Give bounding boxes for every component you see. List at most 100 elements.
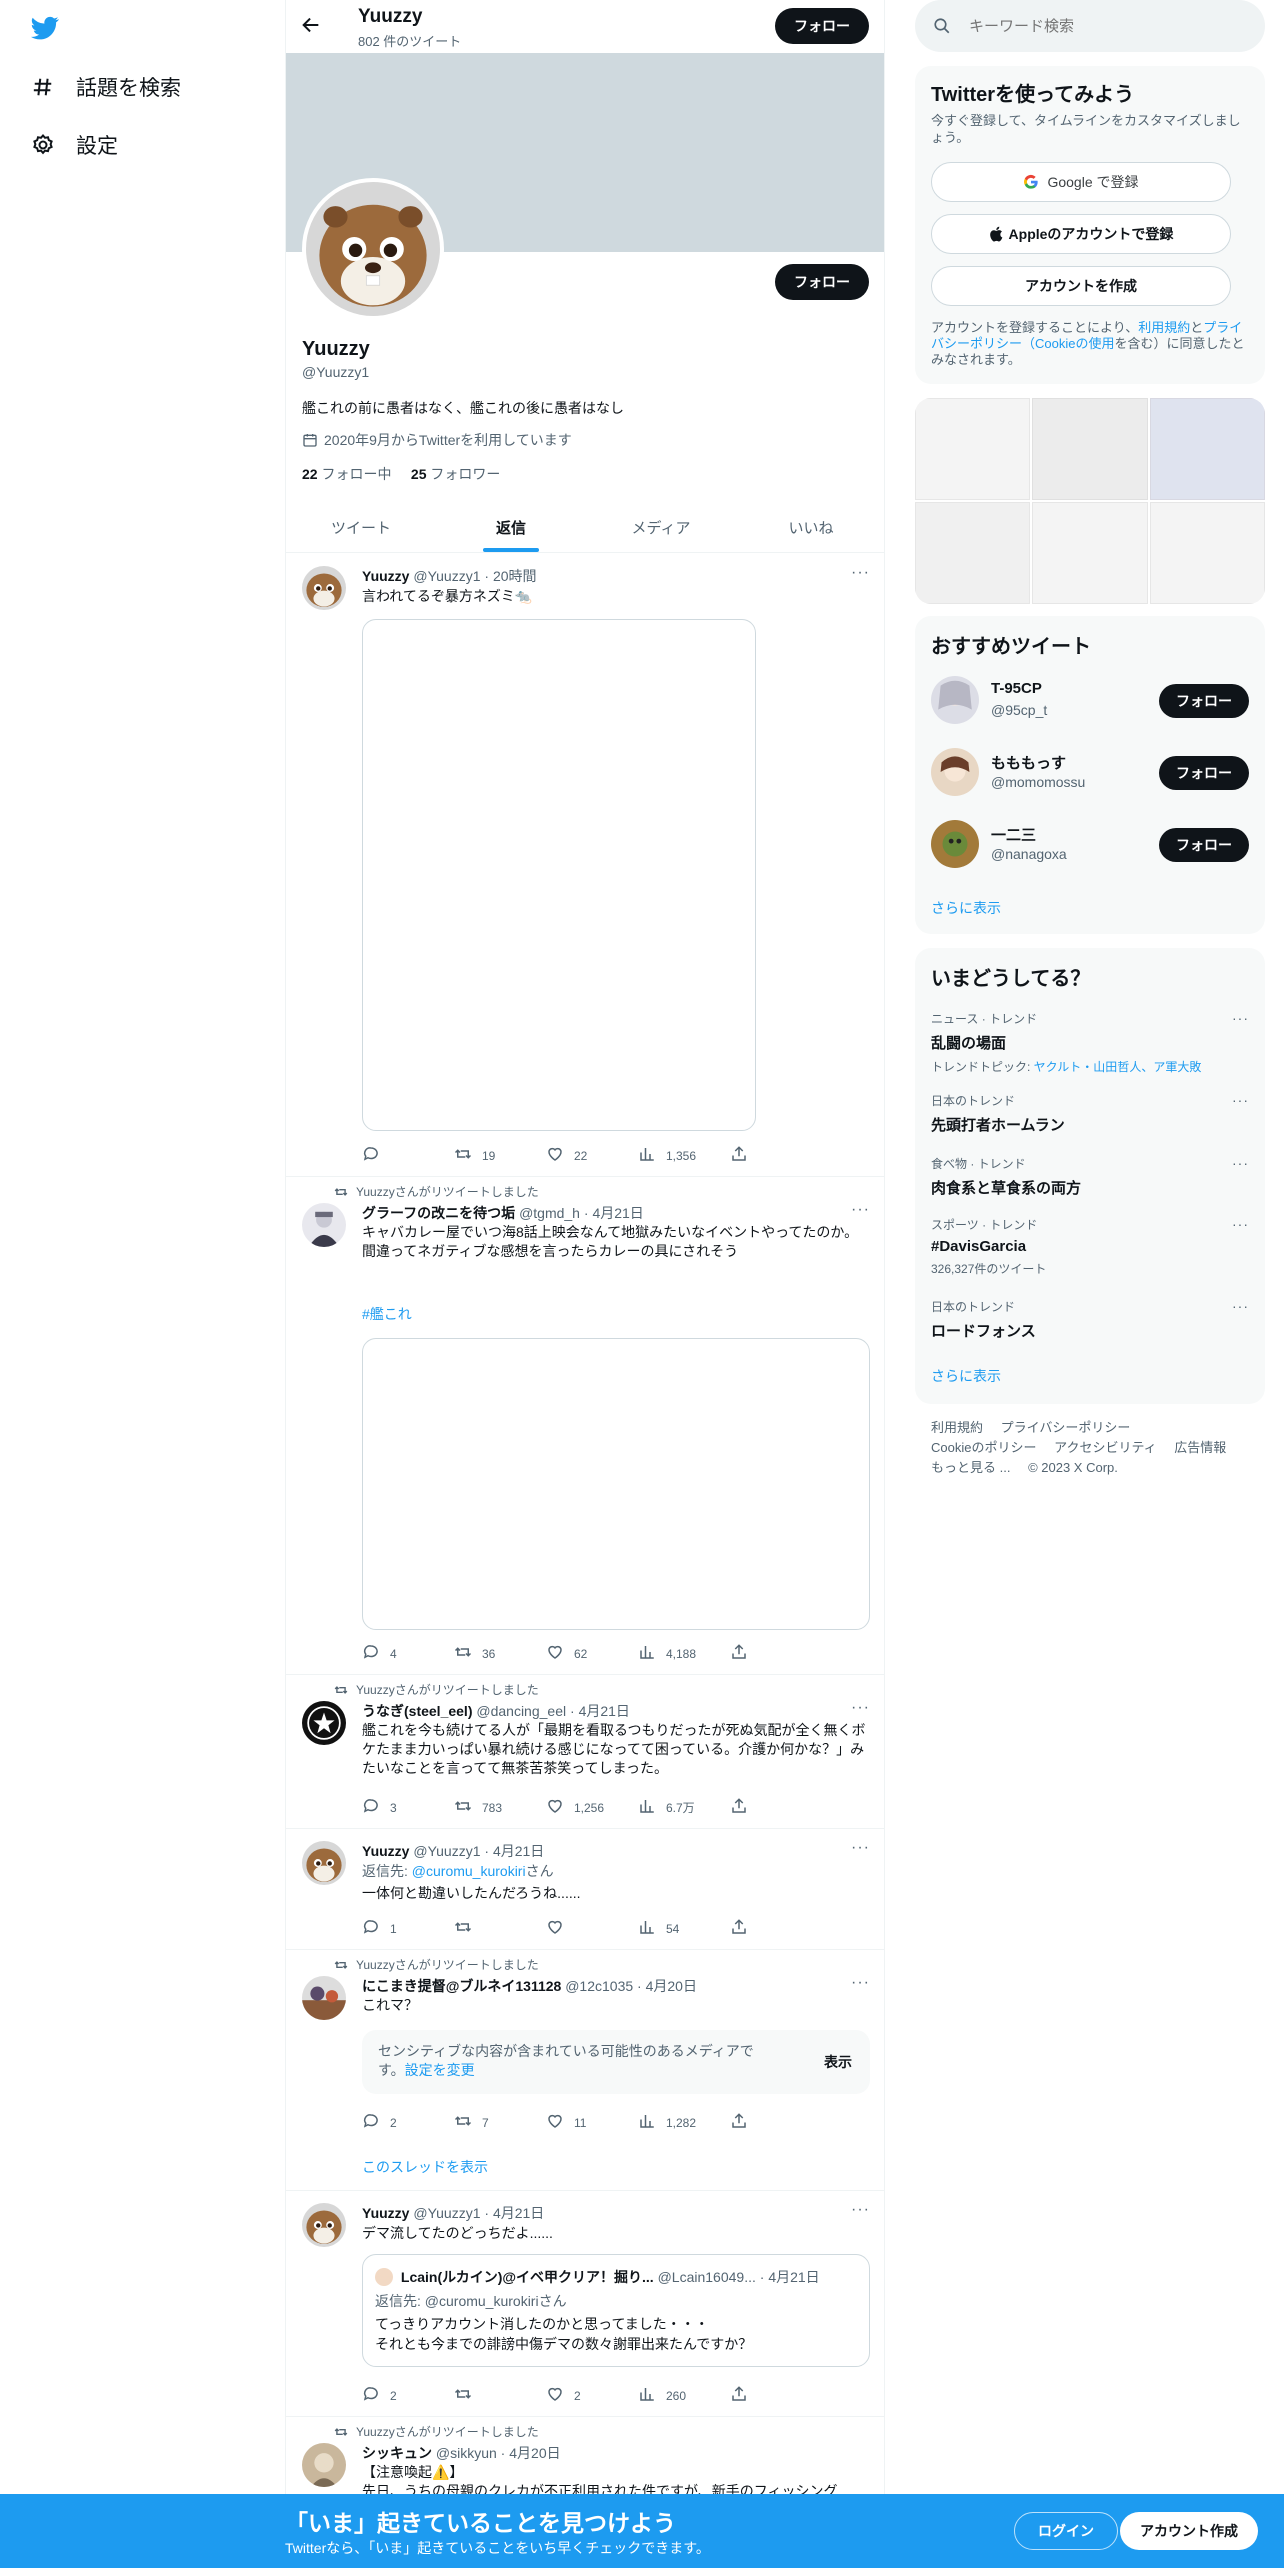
twitter-logo-icon[interactable]	[28, 14, 64, 44]
media-thumbnail[interactable]	[1032, 502, 1148, 604]
nav-explore[interactable]: 話題を検索	[30, 67, 181, 107]
tab-likes[interactable]: いいね	[736, 503, 884, 552]
avatar[interactable]	[302, 1841, 346, 1885]
tweet-author-handle[interactable]: @12c1035	[565, 1978, 633, 1994]
tweet-author-handle[interactable]: @Yuuzzy1	[413, 568, 480, 584]
share-button[interactable]	[730, 1918, 822, 1939]
media-thumbnail[interactable]	[1149, 398, 1265, 500]
more-options-icon[interactable]: ···	[851, 2201, 870, 2219]
tweet-time[interactable]: 4月20日	[509, 2445, 560, 2461]
back-arrow-icon[interactable]	[300, 14, 324, 38]
views-button[interactable]: 6.7万	[638, 1797, 730, 1818]
tweet-time[interactable]: 4月21日	[493, 2205, 544, 2221]
tweet-author-handle[interactable]: @dancing_eel	[476, 1703, 566, 1719]
views-button[interactable]: 1,282	[638, 2112, 730, 2133]
views-button[interactable]: 4,188	[638, 1643, 730, 1664]
footer-link[interactable]: Cookieのポリシー	[931, 1440, 1036, 1455]
like-button[interactable]	[546, 1918, 638, 1939]
retweet-button[interactable]: 783	[454, 1797, 546, 1818]
reply-button[interactable]: 3	[362, 1797, 454, 1818]
show-media-button[interactable]: 表示	[824, 2052, 852, 2072]
more-options-icon[interactable]: ···	[851, 1839, 870, 1857]
tweet-author-name[interactable]: シッキュン	[362, 2445, 432, 2461]
more-options-icon[interactable]: ···	[1232, 1216, 1249, 1232]
avatar[interactable]	[931, 676, 979, 724]
change-settings-link[interactable]: 設定を変更	[405, 2062, 475, 2078]
tweet-time[interactable]: 20時間	[493, 568, 537, 584]
recommended-user[interactable]: 一二三 @nanagoxa フォロー	[931, 820, 1249, 872]
trend-item[interactable]: スポーツ · トレンド #DavisGarcia 326,327件のツイート ·…	[931, 1216, 1249, 1277]
footer-link[interactable]: アクセシビリティ	[1054, 1440, 1157, 1455]
tweet-hashtag[interactable]: #艦これ	[362, 1305, 870, 1324]
like-button[interactable]: 22	[546, 1145, 638, 1166]
tweet[interactable]: Yuuzzyさんがリツイートしました グラーフの改ニを待つ垢 @tgmd_h ·…	[286, 1177, 884, 1675]
trends-show-more[interactable]: さらに表示	[931, 1366, 1001, 1386]
reply-button[interactable]: 2	[362, 2385, 454, 2406]
terms-link[interactable]: 利用規約	[1138, 320, 1190, 335]
views-button[interactable]: 260	[638, 2385, 730, 2406]
more-options-icon[interactable]: ···	[1232, 1298, 1249, 1314]
tweet-author-name[interactable]: うなぎ(steel_eel)	[362, 1703, 472, 1719]
like-button[interactable]: 11	[546, 2112, 638, 2133]
tab-media[interactable]: メディア	[586, 503, 736, 552]
tweet-time[interactable]: 4月21日	[579, 1703, 630, 1719]
tab-replies[interactable]: 返信	[436, 503, 586, 552]
recommended-user[interactable]: T-95CP @95cp_t フォロー	[931, 676, 1249, 728]
retweet-button[interactable]: 19	[454, 1145, 546, 1166]
tweet-time[interactable]: 4月21日	[592, 1205, 643, 1221]
retweet-button[interactable]	[454, 1918, 546, 1939]
media-thumbnail[interactable]	[1032, 398, 1148, 500]
recommended-user[interactable]: もももっす @momomossu フォロー	[931, 748, 1249, 800]
like-button[interactable]: 1,256	[546, 1797, 638, 1818]
views-button[interactable]: 1,356	[638, 1145, 730, 1166]
avatar[interactable]	[931, 820, 979, 868]
tweet[interactable]: Yuuzzyさんがリツイートしました にこまき提督@ブルネイ131128 @12…	[286, 1950, 884, 2191]
share-button[interactable]	[730, 2112, 822, 2133]
trend-item[interactable]: 日本のトレンド 先頭打者ホームラン ···	[931, 1092, 1249, 1135]
media-thumbnail[interactable]	[915, 502, 1031, 604]
header-follow-button[interactable]: フォロー	[775, 8, 869, 44]
follow-button[interactable]: フォロー	[1159, 684, 1249, 718]
avatar[interactable]	[931, 748, 979, 796]
footer-link[interactable]: もっと見る ...	[931, 1460, 1010, 1475]
footer-link[interactable]: 広告情報	[1174, 1440, 1226, 1455]
apple-signup-button[interactable]: Appleのアカウントで登録	[931, 214, 1231, 254]
media-thumbnail[interactable]	[1149, 502, 1265, 604]
show-thread-link[interactable]: このスレッドを表示	[362, 2157, 488, 2177]
login-button[interactable]: ログイン	[1014, 2512, 1118, 2550]
share-button[interactable]	[730, 1145, 822, 1166]
media-thumbnail[interactable]	[915, 398, 1031, 500]
like-button[interactable]: 62	[546, 1643, 638, 1664]
nav-settings[interactable]: 設定	[30, 125, 118, 165]
reply-to-link[interactable]: @curomu_kurokiri	[412, 1863, 526, 1879]
search-input[interactable]	[969, 17, 1229, 35]
share-button[interactable]	[730, 1797, 822, 1818]
reply-button[interactable]: 4	[362, 1643, 454, 1664]
avatar[interactable]	[302, 1203, 346, 1247]
reply-button[interactable]: 2	[362, 2112, 454, 2133]
tweet-author-name[interactable]: Yuuzzy	[362, 1843, 409, 1859]
follow-button[interactable]: フォロー	[1159, 756, 1249, 790]
tweet-author-handle[interactable]: @Yuuzzy1	[413, 1843, 480, 1859]
signup-button[interactable]: アカウント作成	[1120, 2512, 1258, 2550]
google-signup-button[interactable]: Google で登録	[931, 162, 1231, 202]
tweet-media[interactable]	[362, 1338, 870, 1630]
tweet-time[interactable]: 4月20日	[646, 1978, 697, 1994]
profile-follow-button[interactable]: フォロー	[775, 264, 869, 300]
tweet-time[interactable]: 4月21日	[493, 1843, 544, 1859]
create-account-button[interactable]: アカウントを作成	[931, 266, 1231, 306]
tweet-media[interactable]	[362, 619, 756, 1131]
trend-item[interactable]: 日本のトレンド ロードフォンス ···	[931, 1298, 1249, 1341]
avatar[interactable]	[302, 2443, 346, 2487]
tweet[interactable]: Yuuzzy @Yuuzzy1 · 4月21日 ··· デマ流してたのどっちだよ…	[286, 2191, 884, 2417]
retweet-button[interactable]	[454, 2385, 546, 2406]
tweet-author-handle[interactable]: @Yuuzzy1	[413, 2205, 480, 2221]
reply-button[interactable]	[362, 1145, 454, 1166]
follow-button[interactable]: フォロー	[1159, 828, 1249, 862]
tweet[interactable]: Yuuzzyさんがリツイートしました うなぎ(steel_eel) @danci…	[286, 1675, 884, 1829]
footer-link[interactable]: 利用規約	[931, 1420, 983, 1435]
profile-avatar[interactable]	[302, 178, 444, 320]
more-options-icon[interactable]: ···	[851, 1974, 870, 1992]
retweet-button[interactable]: 36	[454, 1643, 546, 1664]
followers-link[interactable]: 25 フォロワー	[411, 466, 500, 482]
